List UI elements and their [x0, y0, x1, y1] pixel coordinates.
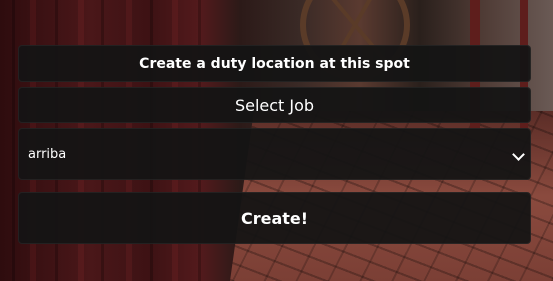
- duty-location-menu: Create a duty location at this spot Sele…: [18, 45, 531, 244]
- create-button[interactable]: Create!: [18, 192, 531, 244]
- job-select-dropdown[interactable]: arriba: [18, 128, 531, 180]
- chevron-down-icon: [512, 148, 525, 161]
- select-job-label: Select Job: [18, 87, 531, 123]
- curtain-fold: [12, 0, 15, 281]
- menu-title: Create a duty location at this spot: [18, 45, 531, 82]
- job-select-value: arriba: [28, 147, 67, 162]
